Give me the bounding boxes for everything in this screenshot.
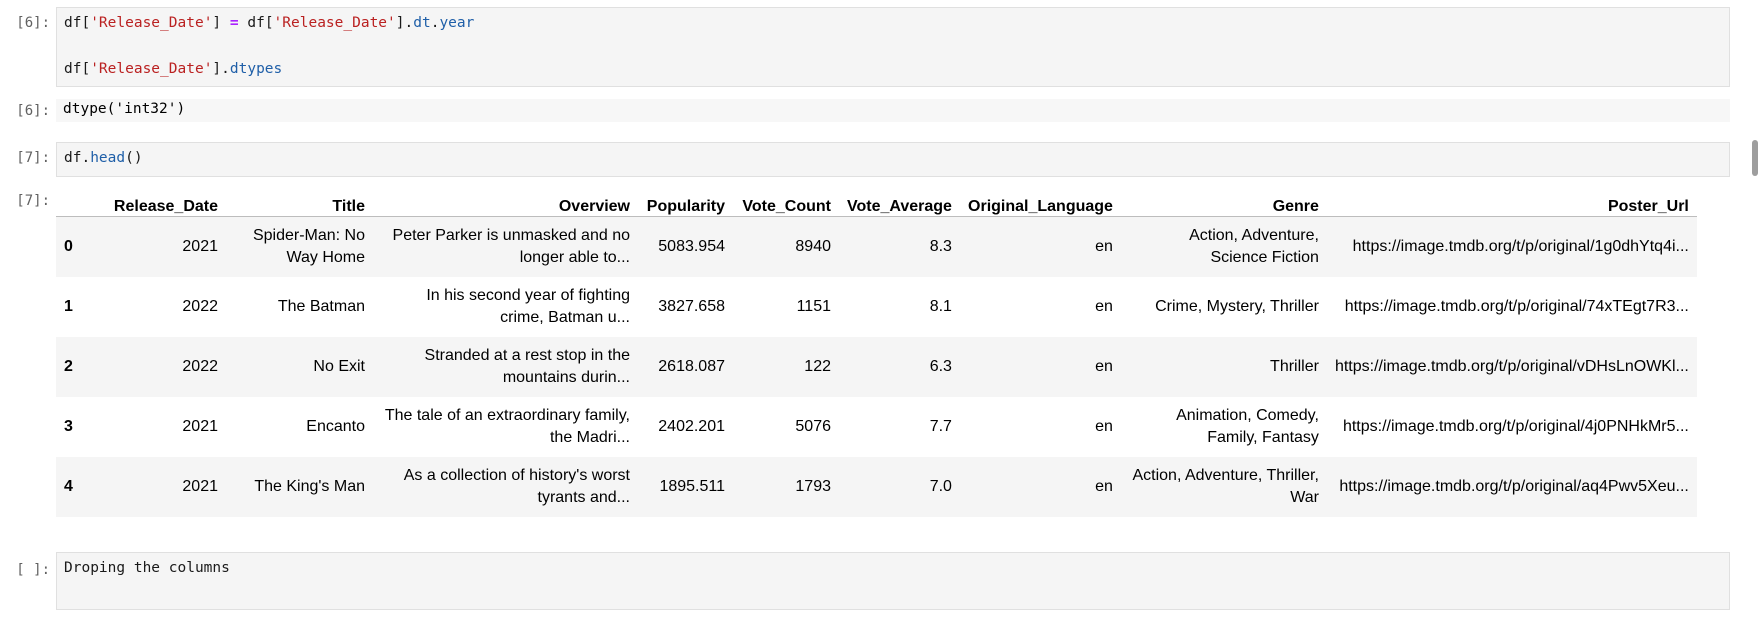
table-row: 4 2021 The King's Man As a collection of… (56, 456, 1697, 517)
table-row: 0 2021 Spider-Man: No Way Home Peter Par… (56, 216, 1697, 277)
code-token: ]. (395, 15, 414, 31)
column-header-index (56, 190, 94, 217)
row-index: 0 (64, 237, 73, 255)
code-token: head (90, 150, 126, 166)
cell-original-language: en (1095, 477, 1113, 495)
column-header: Title (226, 190, 373, 217)
column-header: Original_Language (959, 190, 1121, 217)
code-token: year (439, 15, 475, 31)
column-header: Overview (373, 190, 638, 217)
cell-7-input-prompt: [7]: (16, 150, 50, 166)
code-line-1: df.head() (64, 150, 143, 166)
cell-7-output-prompt: [7]: (16, 193, 50, 209)
cell-genre: Crime, Mystery, Thriller (1155, 297, 1319, 315)
cell-vote-average: 8.1 (929, 297, 952, 315)
cell-title: The Batman (277, 297, 365, 315)
cell-release-date: 2022 (182, 357, 218, 375)
cell-release-date: 2022 (182, 297, 218, 315)
cell-genre: Animation, Comedy, Family, Fantasy (1176, 406, 1319, 446)
cell-release-date: 2021 (182, 417, 218, 435)
column-header: Vote_Count (733, 190, 839, 217)
cell-popularity: 2618.087 (658, 357, 725, 375)
cell-poster-url: https://image.tmdb.org/t/p/original/aq4P… (1339, 477, 1689, 495)
column-header: Vote_Average (839, 190, 960, 217)
cell-vote-average: 7.0 (929, 477, 952, 495)
cell-6-input-prompt: [6]: (16, 15, 50, 31)
cell-genre: Thriller (1270, 357, 1319, 375)
table-row: 2 2022 No Exit Stranded at a rest stop i… (56, 336, 1697, 397)
cell-original-language: en (1095, 357, 1113, 375)
code-token: ] (212, 15, 230, 31)
cell-release-date: 2021 (182, 477, 218, 495)
cell-7-input[interactable]: df.head() (56, 142, 1730, 177)
cell-title: No Exit (313, 357, 365, 375)
output-text: dtype('int32') (63, 101, 186, 117)
cell-6-output-prompt: [6]: (16, 103, 50, 119)
cell-poster-url: https://image.tmdb.org/t/p/original/74xT… (1344, 297, 1689, 315)
table-row: 1 2022 The Batman In his second year of … (56, 277, 1697, 337)
code-token: = (229, 15, 239, 31)
cell-popularity: 5083.954 (658, 237, 725, 255)
cell-title: Encanto (306, 417, 365, 435)
code-token: df[ (238, 15, 274, 31)
cell-title: Spider-Man: No Way Home (252, 226, 365, 266)
cell-vote-average: 6.3 (929, 357, 952, 375)
cell-6-output: dtype('int32') (56, 99, 1730, 122)
cell-release-date: 2021 (182, 237, 218, 255)
cell-popularity: 2402.201 (658, 417, 725, 435)
cell-poster-url: https://image.tmdb.org/t/p/original/4j0P… (1342, 417, 1689, 435)
cell-original-language: en (1095, 297, 1113, 315)
cell-popularity: 1895.511 (659, 477, 725, 495)
row-index: 3 (64, 417, 73, 435)
code-token: df[ (64, 15, 91, 31)
cell-popularity: 3827.658 (658, 297, 725, 315)
column-header: Popularity (638, 190, 733, 217)
row-index: 4 (64, 477, 73, 495)
cell-poster-url: https://image.tmdb.org/t/p/original/vDHs… (1334, 357, 1689, 375)
table-row: 3 2021 Encanto The tale of an extraordin… (56, 397, 1697, 457)
code-token: df[ (64, 61, 91, 77)
cell-vote-count: 122 (804, 357, 831, 375)
cell-8-input-prompt: [ ]: (16, 562, 50, 578)
row-index: 1 (64, 297, 73, 315)
cell-6-input[interactable]: df['Release_Date'] = df['Release_Date'].… (56, 7, 1730, 87)
cell-overview: Stranded at a rest stop in the mountains… (424, 346, 630, 386)
cell-vote-count: 1793 (795, 477, 831, 495)
code-line-1: df['Release_Date'] = df['Release_Date'].… (64, 15, 474, 31)
dataframe-table: Release_Date Title Overview Popularity V… (56, 190, 1697, 517)
scrollbar-thumb[interactable] (1752, 140, 1758, 176)
cell-vote-average: 7.7 (929, 417, 952, 435)
code-token: 'Release_Date' (90, 61, 213, 77)
cell-overview: Peter Parker is unmasked and no longer a… (392, 226, 630, 266)
code-token: ]. (212, 61, 230, 77)
cell-title: The King's Man (254, 477, 365, 495)
cell-original-language: en (1095, 237, 1113, 255)
code-line-2: df['Release_Date'].dtypes (64, 61, 282, 77)
code-token: () (125, 150, 143, 166)
column-header: Poster_Url (1326, 190, 1697, 217)
cell-genre: Action, Adventure, Science Fiction (1189, 226, 1319, 266)
column-header: Genre (1120, 190, 1327, 217)
column-header: Release_Date (94, 190, 226, 217)
code-token: 'Release_Date' (90, 15, 213, 31)
code-line-1: Droping the columns (64, 560, 230, 576)
cell-vote-count: 8940 (795, 237, 831, 255)
cell-vote-average: 8.3 (929, 237, 952, 255)
code-token: dt (413, 15, 431, 31)
cell-overview: As a collection of history's worst tyran… (403, 466, 630, 506)
row-index: 2 (64, 357, 73, 375)
code-token: 'Release_Date' (273, 15, 396, 31)
cell-8-input[interactable]: Droping the columns (56, 552, 1730, 610)
cell-overview: The tale of an extraordinary family, the… (384, 406, 630, 446)
cell-vote-count: 5076 (795, 417, 831, 435)
code-token: df. (64, 150, 91, 166)
cell-poster-url: https://image.tmdb.org/t/p/original/1g0d… (1352, 237, 1689, 255)
table-header-row: Release_Date Title Overview Popularity V… (56, 190, 1697, 217)
cell-original-language: en (1095, 417, 1113, 435)
cell-overview: In his second year of fighting crime, Ba… (426, 286, 630, 326)
cell-genre: Action, Adventure, Thriller, War (1132, 466, 1319, 506)
cell-vote-count: 1151 (796, 297, 831, 315)
code-token: dtypes (229, 61, 283, 77)
